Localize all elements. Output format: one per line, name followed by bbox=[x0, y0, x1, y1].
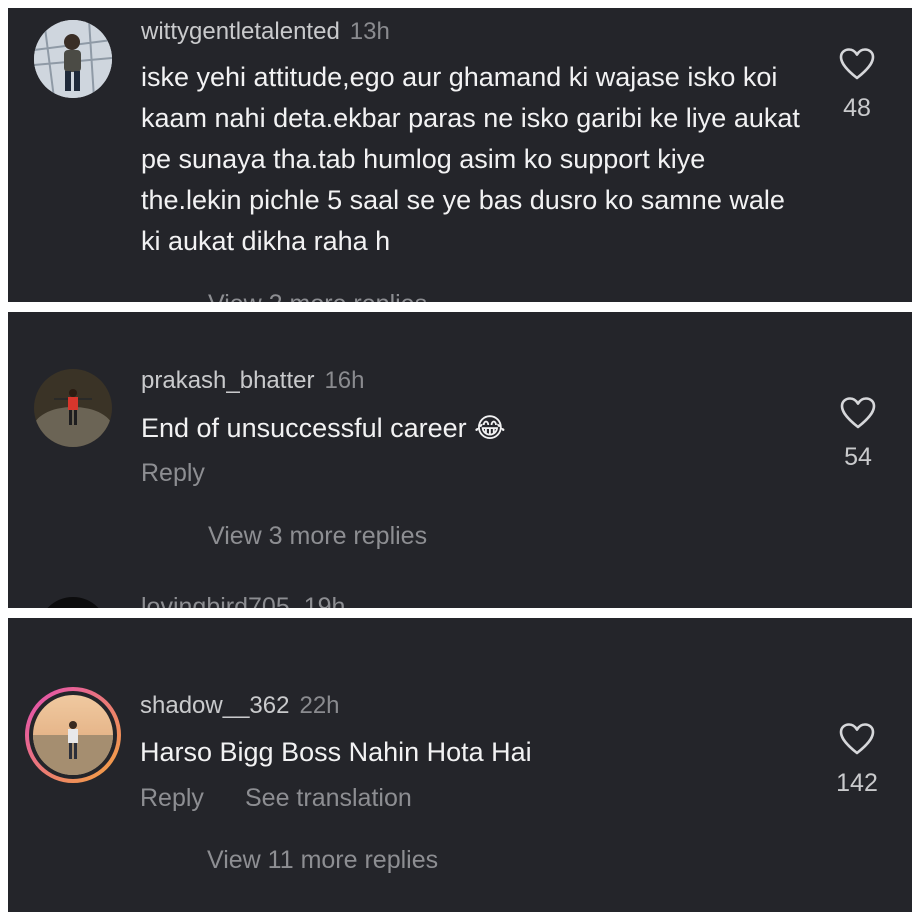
view-more-replies[interactable]: View 3 more replies bbox=[208, 522, 427, 551]
avatar[interactable] bbox=[33, 695, 113, 775]
heart-outline-icon[interactable] bbox=[839, 48, 875, 85]
avatar[interactable] bbox=[34, 369, 112, 447]
comment-panel-1: wittygentletalented 13h iske yehi attitud… bbox=[8, 8, 912, 302]
avatar[interactable] bbox=[38, 597, 108, 608]
avatar[interactable] bbox=[34, 20, 112, 98]
comment-time: 16h bbox=[324, 367, 365, 394]
comment-text: Harso Bigg Boss Nahin Hota Hai bbox=[140, 737, 532, 767]
comment-time: 22h bbox=[299, 692, 340, 719]
comment-text: iske yehi attitude,ego aur ghamand ki wa… bbox=[141, 62, 800, 256]
see-translation-button[interactable]: See translation bbox=[245, 784, 412, 813]
reply-button[interactable]: Reply bbox=[140, 784, 204, 813]
comment-text: End of unsuccessful career 😂 bbox=[141, 413, 506, 443]
comment-username[interactable]: prakash_bhatter 16h bbox=[141, 367, 365, 395]
comment-panel-3: shadow__362 22h Harso Bigg Boss Nahin Hot… bbox=[8, 618, 912, 912]
view-more-replies[interactable]: View 11 more replies bbox=[207, 846, 438, 875]
view-more-replies[interactable]: View 2 more replies bbox=[208, 290, 427, 302]
comment-panel-2: prakash_bhatter 16h End of unsuccessful c… bbox=[8, 312, 912, 608]
comment-username[interactable]: wittygentletalented 13h bbox=[141, 18, 390, 46]
like-count: 54 bbox=[844, 443, 872, 471]
comment-username[interactable]: shadow__362 22h bbox=[140, 692, 340, 720]
reply-button[interactable]: Reply bbox=[141, 459, 205, 488]
comment-time: 13h bbox=[349, 18, 390, 45]
like-count: 48 bbox=[843, 94, 871, 122]
heart-outline-icon[interactable] bbox=[840, 397, 876, 434]
heart-outline-icon[interactable] bbox=[839, 723, 875, 760]
comment-username[interactable]: lovingbird705 19h bbox=[141, 593, 345, 608]
comment-time: 19h bbox=[303, 593, 346, 608]
like-count: 142 bbox=[836, 769, 878, 797]
